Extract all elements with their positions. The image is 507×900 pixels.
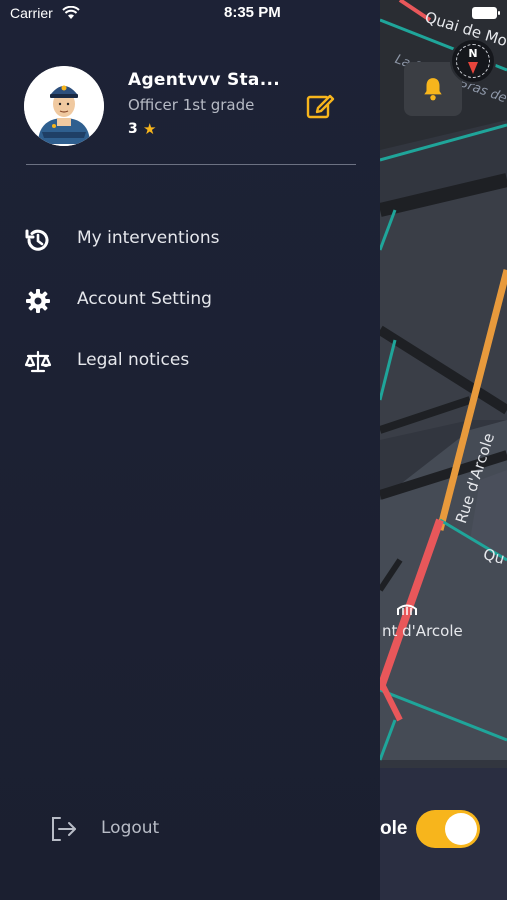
- history-icon: [25, 229, 49, 251]
- police-officer-avatar-icon: [24, 66, 104, 146]
- bridge-icon: [397, 604, 417, 615]
- clock: 8:35 PM: [224, 4, 281, 21]
- compass-needle-icon: [468, 62, 478, 74]
- availability-toggle[interactable]: [416, 810, 480, 848]
- menu-item-legal-notices[interactable]: Legal notices: [0, 333, 380, 389]
- logout-button[interactable]: Logout: [44, 808, 244, 850]
- profile-divider: [26, 164, 356, 165]
- map-label-pont-arcole: nt d'Arcole: [382, 622, 463, 640]
- wifi-icon: [62, 6, 80, 19]
- compass-button[interactable]: N: [450, 38, 496, 84]
- profile-name: Agentvvv Sta...: [128, 70, 280, 90]
- battery-icon: [472, 7, 500, 19]
- profile-grade: Officer 1st grade: [128, 96, 255, 114]
- logout-icon: [52, 817, 76, 841]
- bell-icon: [424, 78, 442, 101]
- status-bar: Carrier 8:35 PM: [0, 0, 507, 28]
- star-icon: ★: [143, 120, 157, 138]
- profile-rating: 3: [128, 121, 138, 137]
- logout-label: Logout: [101, 818, 160, 838]
- toggle-knob: [445, 813, 477, 845]
- menu-item-interventions[interactable]: My interventions: [0, 211, 380, 267]
- availability-label: ole: [380, 818, 408, 839]
- menu-item-account-setting[interactable]: Account Setting: [0, 272, 380, 328]
- gear-icon: [26, 289, 50, 313]
- edit-icon: [306, 94, 335, 119]
- edit-profile-button[interactable]: [304, 90, 336, 122]
- compass-north-icon: N: [468, 47, 478, 60]
- avatar: [24, 66, 104, 146]
- menu-item-label: Legal notices: [77, 350, 190, 370]
- side-drawer: Agentvvv Sta... Officer 1st grade 3 ★ My…: [0, 0, 380, 900]
- menu-item-label: My interventions: [77, 228, 220, 248]
- menu-item-label: Account Setting: [77, 289, 212, 309]
- carrier-label: Carrier: [10, 5, 53, 21]
- scales-icon: [24, 350, 52, 373]
